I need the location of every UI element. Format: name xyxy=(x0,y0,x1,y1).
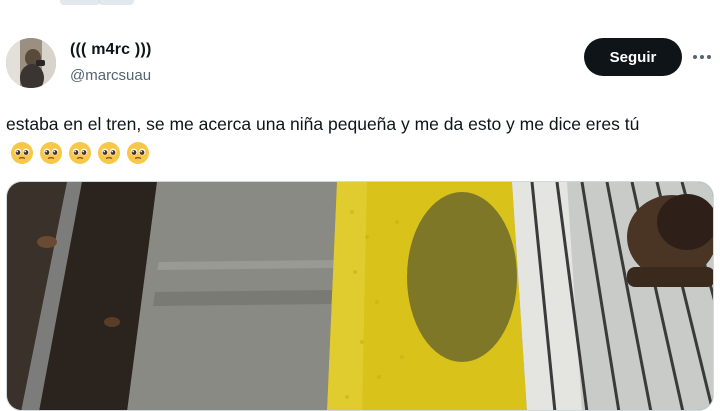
tweet-photo[interactable] xyxy=(6,181,714,411)
pleading-face-icon xyxy=(127,142,149,165)
more-horizontal-icon xyxy=(693,55,711,59)
display-name[interactable]: ((( m4rc ))) xyxy=(70,40,152,60)
pleading-face-icon xyxy=(69,142,91,165)
pleading-face-icon xyxy=(11,142,33,165)
tweet-body: estaba en el tren, se me acerca una niña… xyxy=(6,114,640,134)
previous-tweet-edge xyxy=(0,0,720,8)
train-platform-photo xyxy=(7,182,713,410)
tweet-header: ((( m4rc ))) @marcsuau Seguir xyxy=(6,36,714,94)
user-block: ((( m4rc ))) @marcsuau xyxy=(70,40,152,86)
emoji-row xyxy=(10,141,150,165)
tweet-text: estaba en el tren, se me acerca una niña… xyxy=(6,110,714,166)
user-handle[interactable]: @marcsuau xyxy=(70,66,152,86)
avatar[interactable] xyxy=(6,38,56,88)
more-options-button[interactable] xyxy=(690,42,714,72)
follow-button[interactable]: Seguir xyxy=(584,38,682,76)
pleading-face-icon xyxy=(40,142,62,165)
pleading-face-icon xyxy=(98,142,120,165)
